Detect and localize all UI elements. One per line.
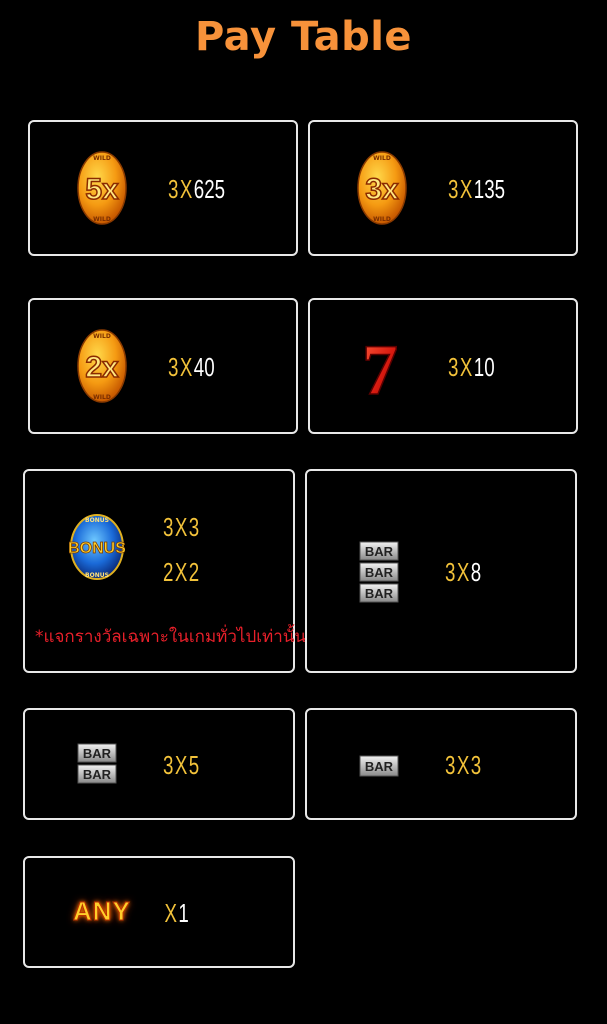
payout-count: 3 [445, 750, 456, 780]
payout-bonus-3: 3X3 [163, 512, 199, 542]
payout-amount: 40 [193, 352, 215, 382]
wild-ring-bottom: WILD [373, 216, 391, 223]
payout-count: 2 [163, 557, 174, 587]
bar-label: BAR [83, 746, 112, 761]
bar-label: BAR [365, 544, 394, 559]
payout-amount: 3 [470, 750, 482, 780]
bar-label: BAR [365, 586, 394, 601]
single-bar-icon: BAR [359, 755, 399, 777]
bar-label: BAR [365, 759, 394, 774]
payout-amount: 5 [188, 750, 200, 780]
payout-wild-3x: 3X135 [448, 174, 505, 204]
double-bar-icon: BAR BAR [77, 743, 117, 784]
seven-label: 7 [362, 334, 398, 400]
bonus-ring-bottom: BONUS [85, 572, 109, 579]
payout-multiply: X [174, 512, 188, 542]
payout-any: X1 [163, 898, 189, 928]
bonus-label: BONUS [69, 540, 125, 557]
payout-multiply: X [179, 352, 193, 382]
wild-ring-top: WILD [93, 333, 111, 340]
payout-bonus-2: 2X2 [163, 557, 199, 587]
paytable-cell-wild-5x: WILD 5x WILD 3X625 [28, 120, 298, 256]
payout-amount: 135 [473, 174, 506, 204]
wild-5x-label: 5x [85, 173, 119, 206]
wild-2x-icon: WILD 2x WILD [77, 329, 127, 403]
payout-single-bar: 3X3 [445, 750, 481, 780]
bonus-icon: BONUS BONUS BONUS [69, 514, 125, 580]
wild-2x-label: 2x [85, 351, 119, 384]
page-title: Pay Table [194, 14, 413, 60]
payout-seven: 3X10 [448, 352, 495, 382]
payout-amount: 625 [193, 174, 226, 204]
payout-wild-5x: 3X625 [168, 174, 225, 204]
payout-count: 3 [163, 750, 174, 780]
payout-multiply: X [164, 898, 177, 928]
payout-triple-bar: 3X8 [445, 557, 481, 587]
bar-label: BAR [83, 767, 112, 782]
payout-multiply: X [174, 750, 188, 780]
paytable-cell-bonus: BONUS BONUS BONUS 3X3 2X2 *แจกรางวัลเฉพา… [23, 469, 306, 673]
wild-ring-top: WILD [93, 155, 111, 162]
payout-count: 3 [445, 557, 456, 587]
payout-count: 3 [448, 174, 459, 204]
bar-label: BAR [365, 565, 394, 580]
paytable-cell-single-bar: BAR 3X3 [305, 708, 577, 820]
bonus-note: *แจกรางวัลเฉพาะในเกมทั่วไปเท่านั้น [35, 627, 307, 647]
payout-multiply: X [456, 557, 470, 587]
payout-wild-2x: 3X40 [168, 352, 215, 382]
wild-5x-icon: WILD 5x WILD [77, 151, 127, 225]
any-bar-icon: ANY [73, 896, 131, 927]
paytable-cell-wild-2x: WILD 2x WILD 3X40 [28, 298, 298, 434]
payout-double-bar: 3X5 [163, 750, 199, 780]
triple-bar-icon: BAR BAR BAR [359, 541, 399, 603]
payout-count: 3 [168, 352, 179, 382]
payout-multiply: X [459, 352, 473, 382]
wild-3x-icon: WILD 3x WILD [357, 151, 407, 225]
payout-multiply: X [456, 750, 470, 780]
red-seven-icon: 7 [361, 334, 399, 400]
payout-count: 3 [168, 174, 179, 204]
paytable-cell-double-bar: BAR BAR 3X5 [23, 708, 295, 820]
bonus-ring-top: BONUS [85, 517, 109, 524]
payout-multiply: X [174, 557, 188, 587]
payout-amount: 10 [473, 352, 495, 382]
payout-count: 3 [163, 512, 174, 542]
wild-ring-top: WILD [373, 155, 391, 162]
wild-3x-label: 3x [365, 173, 399, 206]
wild-ring-bottom: WILD [93, 216, 111, 223]
payout-amount: 1 [178, 898, 189, 928]
paytable-cell-any: ANY X1 [23, 856, 295, 968]
wild-ring-bottom: WILD [93, 394, 111, 401]
payout-multiply: X [179, 174, 193, 204]
payout-amount: 2 [188, 557, 200, 587]
paytable-cell-wild-3x: WILD 3x WILD 3X135 [308, 120, 578, 256]
paytable-cell-seven: 7 3X10 [308, 298, 578, 434]
payout-multiply: X [459, 174, 473, 204]
paytable-cell-triple-bar: BAR BAR BAR 3X8 [305, 469, 577, 673]
payout-amount: 8 [470, 557, 482, 587]
payout-amount: 3 [188, 512, 200, 542]
payout-count: 3 [448, 352, 459, 382]
